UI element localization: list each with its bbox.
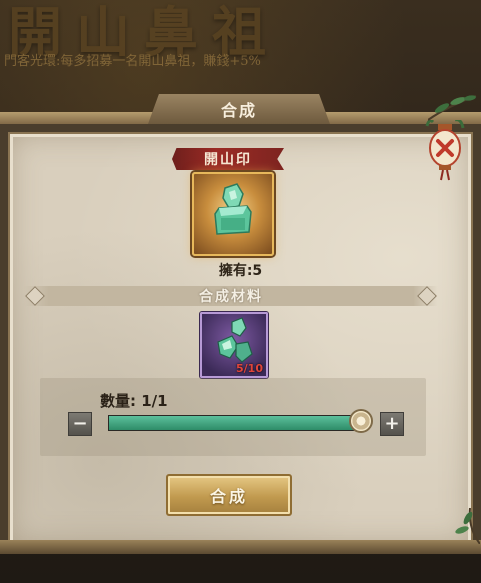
decrease-button[interactable]: −: [68, 412, 92, 436]
materials-header-label: 合成材料: [199, 289, 263, 305]
material-slot[interactable]: 5/10: [200, 312, 268, 378]
leaf-decoration-icon: [428, 95, 477, 121]
synthesize-button-label: 合成: [209, 487, 248, 506]
item-name-banner: 開山印: [172, 148, 284, 170]
close-button[interactable]: [425, 118, 465, 182]
materials-header: 合成材料: [24, 286, 438, 306]
quantity-slider[interactable]: [108, 415, 366, 431]
target-item-slot[interactable]: [192, 172, 274, 256]
synthesize-button[interactable]: 合成: [166, 474, 292, 516]
dialog-title: 合成: [220, 101, 257, 120]
panel-bottom-rail: [0, 540, 481, 554]
quantity-label: 數量: 1/1: [100, 392, 168, 410]
item-name: 開山印: [204, 152, 252, 168]
leaf-decoration-icon: [455, 508, 480, 544]
quantity-slider-handle[interactable]: [349, 409, 373, 433]
quantity-slider-fill: [109, 416, 365, 430]
owned-count: 擁有:5: [218, 263, 263, 279]
material-count: 5/10: [236, 362, 263, 375]
lantern-close-icon: [425, 118, 465, 181]
jade-seal-icon: [214, 183, 252, 235]
background-subtitle: 門客光環:每多招募一名開山鼻祖，賺錢+5%: [4, 54, 261, 69]
dialog-title-tab: 合成: [148, 94, 330, 124]
increase-button[interactable]: +: [380, 412, 404, 436]
